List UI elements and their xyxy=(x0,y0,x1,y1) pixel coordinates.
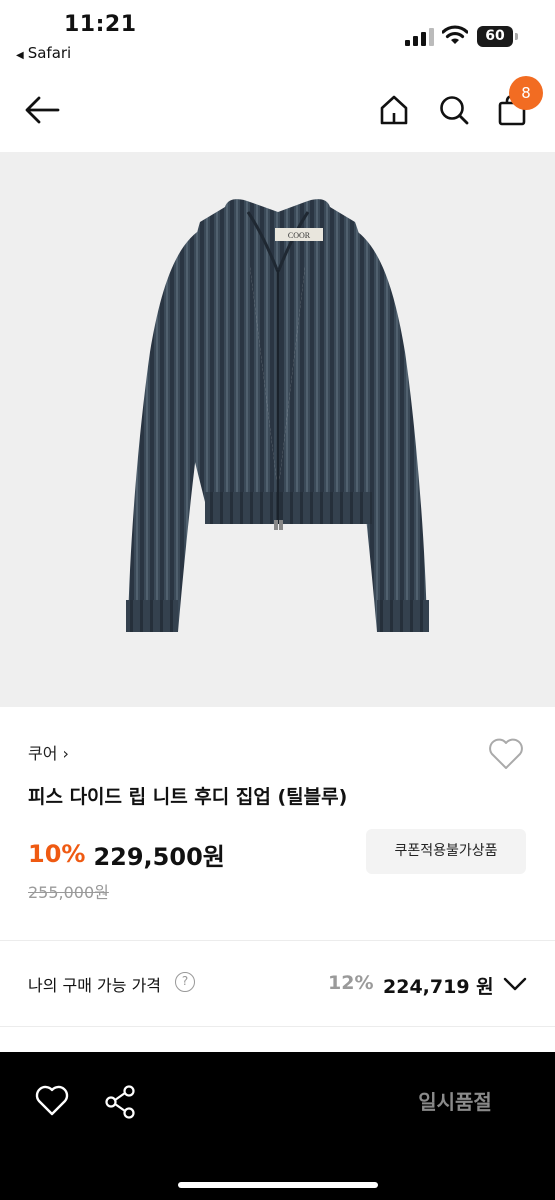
chevron-down-icon[interactable] xyxy=(502,972,528,996)
arrow-left-icon xyxy=(25,96,60,124)
search-button[interactable] xyxy=(434,90,474,130)
garment-tag-text: COOR xyxy=(288,231,311,240)
battery-indicator: 60 xyxy=(477,26,519,47)
home-indicator[interactable] xyxy=(178,1182,378,1188)
wifi-icon xyxy=(442,25,468,44)
back-to-safari[interactable]: ◀ Safari xyxy=(16,44,71,62)
product-image[interactable]: COOR xyxy=(0,152,555,707)
sold-out-button[interactable]: 일시품절 xyxy=(380,1082,530,1122)
my-price-percent: 12% xyxy=(328,972,374,994)
back-button[interactable] xyxy=(22,90,62,130)
brand-name: 쿠어 xyxy=(28,744,58,763)
home-icon xyxy=(380,95,408,125)
back-triangle-icon: ◀ xyxy=(16,50,24,61)
original-price: 255,000원 xyxy=(28,883,109,902)
sale-price: 229,500원 xyxy=(93,842,225,871)
cart-count-badge: 8 xyxy=(509,76,543,110)
divider xyxy=(0,1026,555,1027)
bottom-action-bar: 일시품절 xyxy=(0,1052,555,1200)
brand-link[interactable]: 쿠어 › xyxy=(28,740,69,764)
cellular-signal-icon xyxy=(405,28,434,46)
coupon-status-badge: 쿠폰적용불가상품 xyxy=(366,829,526,874)
chevron-right-icon: › xyxy=(57,744,69,763)
top-navigation xyxy=(0,70,555,152)
status-bar: 11:21 ◀ Safari 60 xyxy=(0,0,555,70)
ribbed-knit-hoodie-zipup-image: COOR xyxy=(126,199,429,632)
search-icon xyxy=(440,96,469,125)
help-icon[interactable]: ? xyxy=(175,972,195,992)
status-time: 11:21 xyxy=(64,12,137,37)
price-row: 10% 229,500원 xyxy=(28,836,225,872)
my-price-value: 224,719 원 xyxy=(383,976,494,998)
discount-rate: 10% xyxy=(28,840,86,868)
battery-level: 60 xyxy=(477,26,513,47)
back-app-label: Safari xyxy=(27,44,72,62)
divider xyxy=(0,940,555,941)
my-price-label: 나의 구매 가능 가격 xyxy=(28,976,162,995)
share-icon[interactable] xyxy=(102,1084,138,1120)
my-price-row[interactable]: 나의 구매 가능 가격 ? 12% 224,719 원 xyxy=(0,942,555,1026)
home-button[interactable] xyxy=(374,90,414,130)
heart-icon[interactable] xyxy=(486,734,526,774)
heart-icon[interactable] xyxy=(34,1084,70,1118)
product-title: 피스 다이드 립 니트 후디 집업 (틸블루) xyxy=(28,786,348,808)
battery-cap xyxy=(515,33,518,40)
